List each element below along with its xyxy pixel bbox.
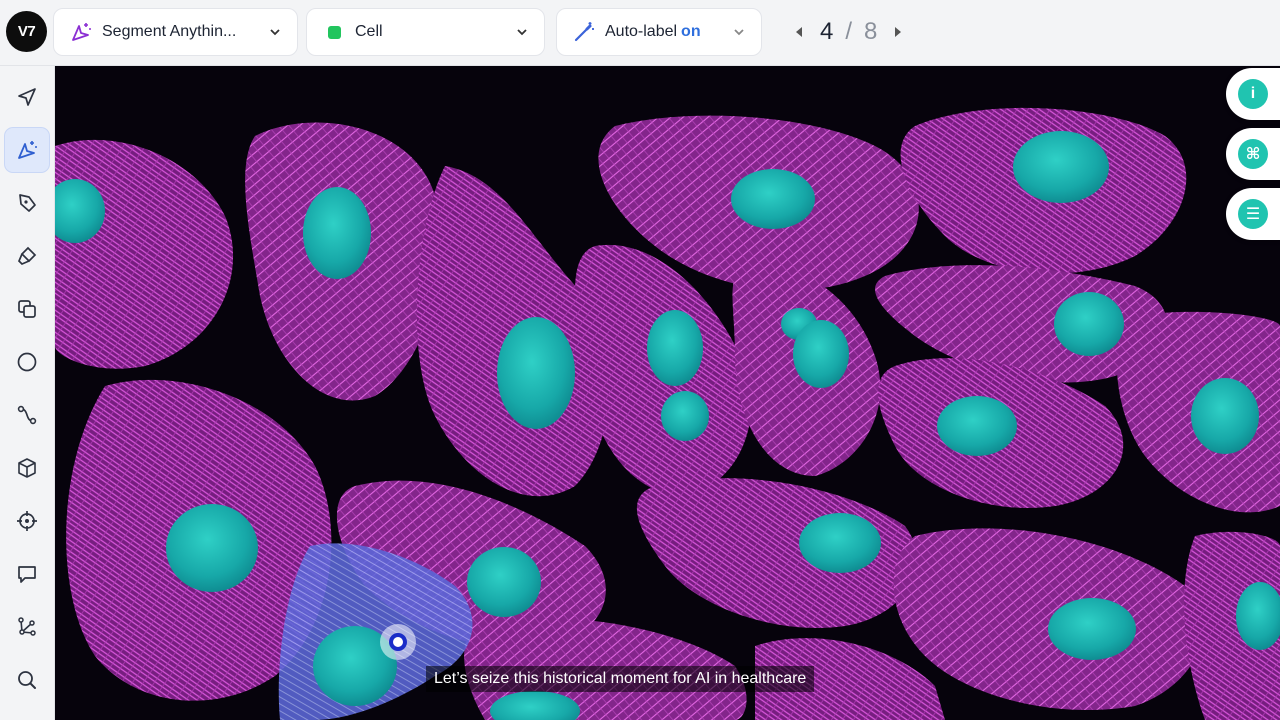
shortcuts-button[interactable]: ⌘ [1226, 128, 1280, 180]
pager-total: 8 [864, 18, 878, 45]
class-dropdown[interactable]: Cell [306, 8, 545, 56]
polyline-icon[interactable] [4, 392, 50, 438]
class-dropdown-label: Cell [355, 23, 383, 40]
shortcut-icon: ⌘ [1238, 139, 1268, 169]
info-icon: i [1238, 79, 1268, 109]
pager-separator: / [845, 18, 853, 45]
bounding-box-icon[interactable] [4, 286, 50, 332]
info-button[interactable]: i [1226, 68, 1280, 120]
autolabel-state: on [681, 23, 701, 40]
ellipse-icon[interactable] [4, 339, 50, 385]
previous-image-icon[interactable] [790, 23, 808, 41]
auto-annotate-icon[interactable] [4, 127, 50, 173]
image-pager: 4 / 8 [790, 14, 907, 50]
settings-sliders-icon: ☰ [1238, 199, 1268, 229]
select-arrow-icon[interactable] [4, 74, 50, 120]
cuboid-icon[interactable] [4, 445, 50, 491]
app-logo[interactable]: V7 [6, 11, 47, 52]
autolabel-dropdown[interactable]: Auto-label on [556, 8, 762, 56]
annotation-toolbar [0, 66, 55, 720]
chevron-down-icon [731, 24, 747, 40]
brush-icon[interactable] [4, 233, 50, 279]
next-image-icon[interactable] [889, 23, 907, 41]
model-dropdown-label: Segment Anythin... [102, 23, 237, 40]
pager-current: 4 [820, 18, 834, 45]
magic-cursor-icon [68, 19, 94, 45]
zoom-icon[interactable] [4, 657, 50, 703]
video-caption: Let’s seize this historical moment for A… [426, 666, 815, 692]
logo-text: V7 [17, 23, 36, 40]
magic-wand-icon [571, 19, 597, 45]
chevron-down-icon [514, 24, 530, 40]
keypoint-icon[interactable] [4, 498, 50, 544]
click-cursor [380, 624, 416, 660]
microscopy-image [55, 66, 1280, 720]
skeleton-icon[interactable] [4, 604, 50, 650]
chevron-down-icon [267, 24, 283, 40]
model-dropdown[interactable]: Segment Anythin... [53, 8, 298, 56]
comment-icon[interactable] [4, 551, 50, 597]
top-toolbar: V7 Segment Anythin... Cell Auto-label on … [0, 0, 1280, 66]
image-canvas[interactable]: i ⌘ ☰ [55, 66, 1280, 720]
settings-button[interactable]: ☰ [1226, 188, 1280, 240]
class-color-swatch [321, 19, 347, 45]
autolabel-label: Auto-label [605, 23, 678, 40]
polygon-pen-icon[interactable] [4, 180, 50, 226]
